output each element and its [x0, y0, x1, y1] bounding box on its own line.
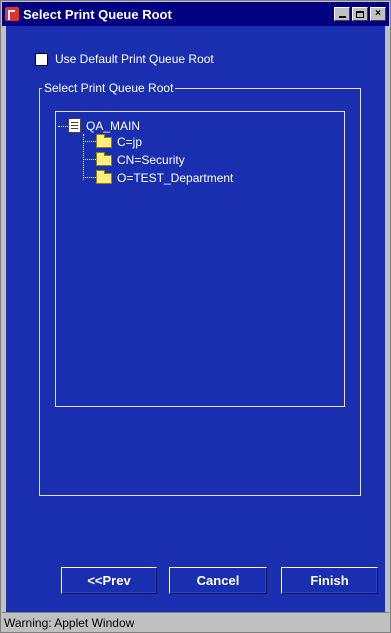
use-default-checkbox[interactable] [35, 52, 48, 66]
maximize-icon [356, 10, 364, 18]
tree-view[interactable]: QA_MAIN C=jp CN=Security O=TEST_Departme… [55, 111, 345, 407]
tree-node-root[interactable]: QA_MAIN [68, 118, 143, 133]
cancel-button[interactable]: Cancel [169, 567, 267, 594]
group-legend: Select Print Queue Root [42, 81, 176, 95]
print-queue-root-group: Select Print Queue Root QA_MAIN C=jp CN=… [39, 81, 361, 496]
title-bar[interactable]: Select Print Queue Root × [2, 2, 389, 26]
finish-button[interactable]: Finish [281, 567, 378, 594]
tree-node-label: C=jp [117, 135, 143, 149]
status-bar: Warning: Applet Window [2, 612, 389, 632]
close-button[interactable]: × [370, 7, 386, 21]
minimize-icon [338, 16, 346, 18]
folder-icon [96, 151, 112, 166]
tree-node[interactable]: CN=Security [96, 151, 187, 167]
minimize-button[interactable] [334, 7, 350, 21]
window-title: Select Print Queue Root [23, 6, 172, 22]
close-icon: × [375, 8, 381, 19]
dialog-content: Use Default Print Queue Root Select Prin… [6, 26, 385, 612]
tree-root-icon [68, 118, 81, 133]
prev-button[interactable]: <<Prev [61, 567, 157, 594]
tree-connector [83, 141, 96, 142]
tree-node-label: O=TEST_Department [117, 171, 234, 185]
app-icon [5, 7, 19, 21]
use-default-option[interactable]: Use Default Print Queue Root [35, 52, 214, 66]
tree-connector [83, 159, 96, 160]
use-default-label: Use Default Print Queue Root [55, 52, 214, 66]
tree-node[interactable]: O=TEST_Department [96, 169, 235, 185]
tree-node-label: CN=Security [117, 153, 185, 167]
tree-node[interactable]: C=jp [96, 133, 144, 149]
maximize-button[interactable] [352, 7, 368, 21]
folder-icon [96, 169, 112, 184]
tree-node-label: QA_MAIN [84, 118, 143, 133]
status-text: Warning: Applet Window [4, 615, 135, 630]
dialog-window: Select Print Queue Root × Use Default Pr… [0, 0, 391, 633]
tree-connector [83, 177, 96, 178]
folder-icon [96, 133, 112, 148]
